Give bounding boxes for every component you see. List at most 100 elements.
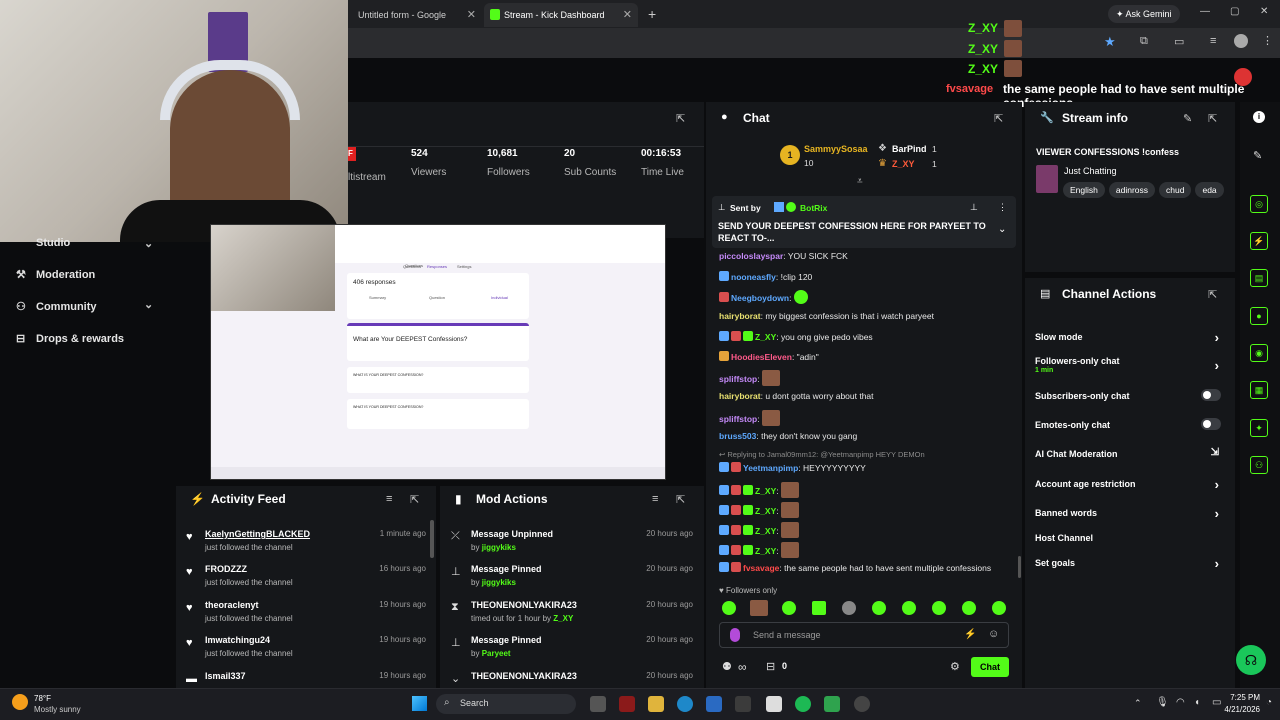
action-set-goals[interactable]: Set goals › — [1035, 556, 1227, 571]
popout-icon[interactable]: ⇱ — [1208, 288, 1217, 301]
follower-name[interactable]: KaelynGettingBLACKED — [205, 529, 310, 539]
chat-username[interactable]: Neegboydown — [731, 293, 789, 303]
moderator-name[interactable]: Z_XY — [553, 614, 573, 623]
action-emotes-only[interactable]: Emotes-only chat — [1035, 418, 1227, 430]
translate-icon[interactable]: ⚡ — [964, 629, 976, 640]
chat-username[interactable]: piccoloslayspar — [719, 251, 783, 261]
more-options-icon[interactable]: ⋮ — [998, 202, 1007, 213]
windows-start-icon[interactable] — [412, 696, 427, 711]
chat-username[interactable]: fvsavage — [743, 563, 779, 573]
emote-image[interactable] — [750, 600, 768, 616]
top-gifter-name[interactable]: SammyySosaa — [804, 144, 868, 154]
emote-icon[interactable] — [902, 601, 916, 615]
chat-username[interactable]: nooneasfly — [731, 272, 776, 282]
notification-icon[interactable]: ◔ — [1266, 697, 1272, 708]
bookmark-star-icon[interactable]: ★ — [1104, 34, 1116, 50]
minimize-icon[interactable]: — — [1200, 6, 1210, 17]
chat-icon[interactable]: ● — [1250, 307, 1268, 325]
emote-icon[interactable] — [932, 601, 946, 615]
menu-icon[interactable]: ≡ — [1210, 35, 1216, 47]
emoji-icon[interactable]: ☺ — [988, 628, 999, 640]
collapse-icon[interactable]: ⩡ — [857, 176, 863, 187]
edit-icon[interactable]: ✎ — [1183, 112, 1192, 125]
users-icon[interactable]: ⚉ — [722, 660, 732, 673]
sheets-icon[interactable] — [824, 696, 840, 712]
chat-username[interactable]: hairyborat — [719, 391, 761, 401]
chat-username[interactable]: Z_XY — [755, 486, 776, 496]
chat-username[interactable]: bruss503 — [719, 431, 756, 441]
clipboard-icon[interactable]: ▤ — [1250, 269, 1268, 287]
clock-time[interactable]: 7:25 PM — [1220, 693, 1260, 702]
chat-scrollbar[interactable] — [1018, 556, 1021, 578]
lightning-icon[interactable]: ⚡ — [1250, 232, 1268, 250]
emote-icon[interactable] — [722, 601, 736, 615]
pencil-icon[interactable]: ✎ — [1253, 149, 1262, 162]
popout-icon[interactable]: ⇱ — [410, 493, 419, 506]
gift-icon[interactable]: ⊟ — [766, 660, 775, 673]
gear-icon[interactable]: ⚙ — [950, 660, 960, 673]
tag-chip[interactable]: eda — [1195, 182, 1224, 198]
popout-icon[interactable]: ⇱ — [1208, 112, 1217, 125]
chat-send-button[interactable]: Chat — [971, 657, 1009, 677]
layout-icon[interactable]: ▦ — [1250, 381, 1268, 399]
spotify-icon[interactable] — [795, 696, 811, 712]
moderator-name[interactable]: jiggykiks — [482, 543, 516, 552]
store-icon[interactable] — [706, 696, 722, 712]
sidebar-item-moderation[interactable]: ⚒ Moderation — [16, 268, 95, 281]
more-options-icon[interactable]: ⋮ — [1262, 34, 1273, 47]
popout-icon[interactable]: ⇱ — [676, 493, 685, 506]
close-window-icon[interactable]: ✕ — [1260, 6, 1268, 17]
moderator-name[interactable]: jiggykiks — [482, 578, 516, 587]
popout-icon[interactable]: ⇱ — [676, 112, 685, 125]
file-explorer-icon[interactable] — [648, 696, 664, 712]
pinned-sender[interactable]: BotRix — [800, 203, 827, 213]
unpin-icon[interactable]: ⊥ — [970, 202, 978, 213]
wifi-icon[interactable]: ◠ — [1176, 697, 1185, 708]
chat-username[interactable]: Z_XY — [755, 332, 776, 342]
notepad-icon[interactable] — [766, 696, 782, 712]
chat-username[interactable]: Z_XY — [755, 526, 776, 536]
nba-icon[interactable] — [735, 696, 751, 712]
tag-chip[interactable]: adinross — [1108, 182, 1156, 198]
action-host-channel[interactable]: Host Channel — [1035, 533, 1227, 543]
chat-input[interactable]: Send a message ⚡ ☺ — [719, 622, 1009, 648]
new-tab-icon[interactable]: + — [648, 6, 656, 22]
chevron-up-icon[interactable]: ⌃ — [1134, 698, 1142, 709]
address-bar[interactable]: ★ ⧉ ▭ ≡ ⋮ — [348, 28, 1280, 58]
chat-username[interactable]: spliffstop — [719, 374, 757, 384]
emote-icon[interactable] — [962, 601, 976, 615]
chat-username[interactable]: spliffstop — [719, 414, 757, 424]
tab-google-forms[interactable]: Untitled form - Google Forms✕ — [348, 3, 482, 44]
cast-icon[interactable]: ▭ — [1174, 35, 1184, 48]
volume-icon[interactable]: ◖ — [1194, 697, 1200, 708]
focus-icon[interactable]: ◎ — [1250, 195, 1268, 213]
emote-icon[interactable] — [992, 601, 1006, 615]
action-banned-words[interactable]: Banned words › — [1035, 506, 1227, 521]
top-gifter-name[interactable]: Z_XY — [892, 159, 915, 169]
action-ai-moderation[interactable]: AI Chat Moderation ⇲ — [1035, 447, 1227, 459]
maximize-icon[interactable]: ▢ — [1230, 6, 1239, 17]
stream-category[interactable]: Just Chatting — [1064, 166, 1117, 176]
tag-chip[interactable]: chud — [1159, 182, 1192, 198]
scrollbar[interactable] — [430, 520, 434, 558]
emotes-only-toggle[interactable] — [1201, 418, 1221, 430]
microphone-icon[interactable] — [730, 628, 740, 642]
action-subscribers-only[interactable]: Subscribers-only chat — [1035, 389, 1227, 401]
support-icon[interactable]: ☊ — [1236, 645, 1266, 675]
profile-avatar[interactable] — [1234, 34, 1248, 48]
close-icon[interactable]: ✕ — [623, 3, 632, 27]
wrench-icon[interactable]: ✦ — [1250, 419, 1268, 437]
task-view-icon[interactable] — [590, 696, 606, 712]
action-account-age[interactable]: Account age restriction › — [1035, 477, 1227, 492]
app-icon[interactable] — [619, 696, 635, 712]
sidebar-item-drops[interactable]: ⊟ Drops & rewards — [16, 332, 124, 345]
close-icon[interactable]: ✕ — [467, 3, 476, 27]
filter-icon[interactable]: ≡ — [386, 493, 392, 505]
extensions-icon[interactable]: ⧉ — [1140, 35, 1148, 48]
chat-username[interactable]: Z_XY — [755, 546, 776, 556]
filter-icon[interactable]: ≡ — [652, 493, 658, 505]
chat-username[interactable]: HoodiesEleven — [731, 352, 792, 362]
chevron-down-icon[interactable]: ⌄ — [998, 224, 1006, 235]
chat-username[interactable]: hairyborat — [719, 311, 761, 321]
chat-username[interactable]: Yeetmanpimp — [743, 463, 798, 473]
